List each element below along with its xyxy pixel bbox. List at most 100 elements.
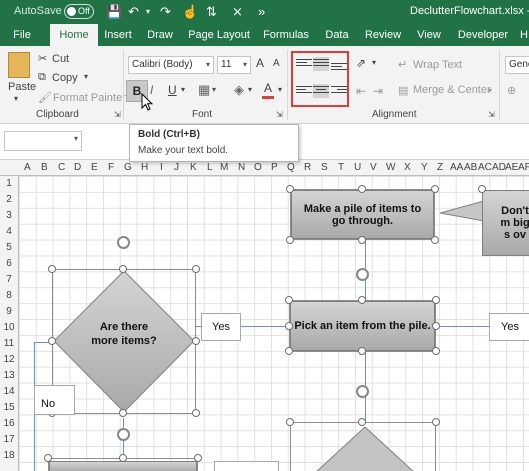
flowchart-box-make-pile[interactable]: Make a pile of items to go through.	[291, 190, 434, 239]
column-header[interactable]: G	[124, 162, 132, 173]
paste-icon[interactable]	[8, 52, 30, 78]
column-header[interactable]: T	[338, 162, 344, 173]
column-header[interactable]: U	[354, 162, 361, 173]
tab-view[interactable]: View	[414, 24, 444, 46]
row-header[interactable]: 10	[0, 322, 18, 333]
middle-align-icon[interactable]	[313, 57, 329, 71]
column-header[interactable]: R	[304, 162, 311, 173]
alignment-launcher-icon[interactable]: ⇲	[488, 110, 495, 119]
tab-help[interactable]: H	[518, 24, 529, 46]
row-header[interactable]: 9	[0, 306, 18, 317]
top-align-icon[interactable]	[296, 57, 312, 71]
column-header[interactable]: H	[141, 162, 148, 173]
rotate-handle-icon[interactable]	[356, 268, 369, 281]
resize-handle[interactable]	[358, 347, 366, 355]
resize-handle[interactable]	[432, 296, 440, 304]
tab-draw[interactable]: Draw	[144, 24, 176, 46]
row-header[interactable]: 8	[0, 290, 18, 301]
column-header[interactable]: I	[160, 162, 163, 173]
label-no[interactable]: No	[34, 385, 75, 415]
column-header[interactable]: K	[190, 162, 197, 173]
tab-formulas[interactable]: Formulas	[262, 24, 310, 46]
column-header[interactable]: V	[370, 162, 377, 173]
resize-handle[interactable]	[432, 347, 440, 355]
flowchart-callout-partial[interactable]: Don't m big s ov	[482, 190, 529, 256]
row-header[interactable]: 14	[0, 386, 18, 397]
wrap-text-button[interactable]: Wrap Text	[413, 59, 462, 71]
name-box[interactable]: ▾	[4, 131, 82, 151]
orientation-dropdown-icon[interactable]: ▾	[372, 58, 376, 67]
save-icon[interactable]: 💾	[106, 3, 122, 20]
row-header[interactable]: 18	[0, 450, 18, 461]
column-header[interactable]: C	[58, 162, 65, 173]
resize-handle[interactable]	[119, 265, 127, 273]
resize-handle[interactable]	[431, 236, 439, 244]
clear-formats-icon[interactable]: ⨯	[232, 3, 243, 20]
underline-dropdown-icon[interactable]: ▾	[181, 85, 185, 94]
label-box-partial[interactable]	[214, 461, 279, 471]
paste-label[interactable]: Paste	[8, 81, 36, 93]
column-header[interactable]: J	[174, 162, 179, 173]
column-header[interactable]: Y	[421, 162, 428, 173]
font-size-combo[interactable]: 11 ▾	[217, 56, 251, 74]
decrease-indent-icon[interactable]: ⇤	[356, 84, 366, 98]
resize-handle[interactable]	[431, 185, 439, 193]
tab-review[interactable]: Review	[364, 24, 402, 46]
bottom-align-icon[interactable]	[331, 61, 347, 75]
column-header[interactable]: A	[24, 162, 31, 173]
resize-handle[interactable]	[285, 322, 293, 330]
format-painter-button[interactable]: Format Painter	[53, 92, 126, 104]
rotate-handle-icon[interactable]	[117, 236, 130, 249]
row-header[interactable]: 6	[0, 258, 18, 269]
tab-data[interactable]: Data	[322, 24, 352, 46]
column-header[interactable]: P	[271, 162, 278, 173]
tab-file[interactable]: File	[8, 24, 36, 46]
borders-icon[interactable]: ▦	[198, 82, 210, 98]
row-header[interactable]: 3	[0, 210, 18, 221]
paste-dropdown-icon[interactable]: ▾	[14, 94, 18, 103]
undo-icon[interactable]: ↶	[128, 3, 139, 20]
accounting-format-icon[interactable]: ⊕	[507, 84, 516, 97]
align-left-icon[interactable]	[296, 84, 312, 98]
undo-dropdown-icon[interactable]: ▾	[146, 3, 150, 20]
row-header[interactable]: 17	[0, 434, 18, 445]
column-header[interactable]: AC	[478, 162, 492, 173]
number-format-combo[interactable]: Genera	[505, 56, 529, 74]
row-header[interactable]: 5	[0, 242, 18, 253]
flowchart-decision-diamond-partial[interactable]	[300, 425, 430, 471]
font-color-button[interactable]: A	[264, 81, 272, 95]
column-header[interactable]: Z	[437, 162, 443, 173]
tab-insert[interactable]: Insert	[100, 24, 136, 46]
rotate-handle-icon[interactable]	[117, 428, 130, 441]
column-header[interactable]: Q	[287, 162, 295, 173]
column-header[interactable]: N	[238, 162, 245, 173]
autosave-toggle[interactable]: Off	[64, 4, 94, 19]
row-header[interactable]: 2	[0, 194, 18, 205]
more-commands-icon[interactable]: »	[258, 3, 265, 20]
resize-handle[interactable]	[286, 236, 294, 244]
resize-handle[interactable]	[194, 454, 202, 462]
resize-handle[interactable]	[119, 409, 127, 417]
column-header[interactable]: AD	[492, 162, 506, 173]
column-header[interactable]: O	[254, 162, 262, 173]
resize-handle[interactable]	[432, 418, 440, 426]
resize-handle[interactable]	[285, 347, 293, 355]
row-header[interactable]: 4	[0, 226, 18, 237]
column-header[interactable]: S	[321, 162, 328, 173]
increase-indent-icon[interactable]: ⇥	[373, 84, 383, 98]
row-header[interactable]: 16	[0, 418, 18, 429]
resize-handle[interactable]	[432, 322, 440, 330]
cut-button[interactable]: Cut	[52, 53, 69, 65]
orientation-icon[interactable]: ⇗	[356, 56, 366, 70]
copy-icon[interactable]: ⧉	[38, 71, 46, 84]
resize-handle[interactable]	[119, 454, 127, 462]
row-header[interactable]: 13	[0, 370, 18, 381]
row-header[interactable]: 7	[0, 274, 18, 285]
label-yes-left[interactable]: Yes	[201, 313, 241, 341]
touch-mode-icon[interactable]: ☝	[182, 3, 198, 20]
resize-handle[interactable]	[48, 265, 56, 273]
resize-handle[interactable]	[478, 185, 486, 193]
merge-center-button[interactable]: Merge & Center	[413, 84, 491, 96]
resize-handle[interactable]	[358, 296, 366, 304]
rotate-handle-icon[interactable]	[356, 385, 369, 398]
